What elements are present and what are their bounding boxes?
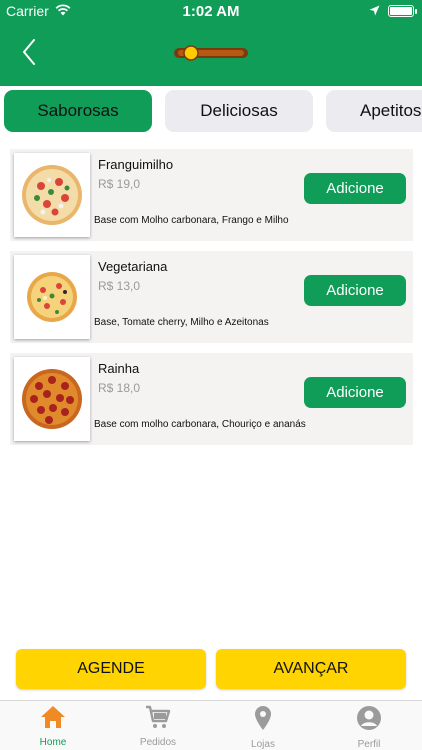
- product-card: Rainha R$ 18,0 Base com molho carbonara,…: [10, 353, 413, 445]
- product-description: Base, Tomate cherry, Milho e Azeitonas: [94, 317, 269, 328]
- add-button[interactable]: Adicione: [304, 173, 406, 204]
- battery-icon: [388, 5, 417, 17]
- status-right: [369, 3, 417, 19]
- tabbar-label: Lojas: [251, 739, 275, 750]
- tabbar-home[interactable]: Home: [13, 705, 93, 748]
- user-icon: [356, 705, 382, 736]
- product-description: Base com molho carbonara, Chouriço e ana…: [94, 419, 306, 430]
- next-button[interactable]: AVANÇAR: [216, 649, 406, 689]
- add-button[interactable]: Adicione: [304, 275, 406, 306]
- tabbar-label: Home: [39, 737, 67, 748]
- status-time: 1:02 AM: [182, 3, 240, 20]
- tabbar-stores[interactable]: Lojas: [223, 705, 303, 750]
- back-button[interactable]: [14, 36, 44, 72]
- product-price: R$ 18,0: [98, 381, 141, 395]
- tabbar-profile[interactable]: Perfil: [329, 705, 409, 750]
- product-image: [14, 357, 90, 441]
- product-image: [14, 153, 90, 237]
- tab-bar: Home Pedidos Lojas Perfil: [0, 700, 422, 750]
- brand-logo: [170, 42, 252, 64]
- product-description: Base com Molho carbonara, Frango e Milho: [94, 215, 289, 226]
- home-icon: [40, 705, 66, 734]
- header: Carrier 1:02 AM: [0, 0, 422, 86]
- status-bar: Carrier 1:02 AM: [0, 0, 422, 22]
- tab-saborosas[interactable]: Saborosas: [4, 90, 152, 132]
- cart-icon: [145, 705, 171, 734]
- category-tabs: Saborosas Deliciosas Apetitos: [0, 90, 422, 132]
- add-button[interactable]: Adicione: [304, 377, 406, 408]
- product-card: Vegetariana R$ 13,0 Base, Tomate cherry,…: [10, 251, 413, 343]
- tabbar-orders[interactable]: Pedidos: [118, 705, 198, 748]
- product-price: R$ 19,0: [98, 177, 141, 191]
- location-pin-icon: [253, 705, 273, 736]
- product-name: Franguimilho: [98, 157, 174, 172]
- tabbar-label: Pedidos: [139, 737, 177, 748]
- location-arrow-icon: [369, 3, 380, 19]
- schedule-button[interactable]: AGENDE: [16, 649, 206, 689]
- product-price: R$ 13,0: [98, 279, 141, 293]
- product-card: Franguimilho R$ 19,0 Base com Molho carb…: [10, 149, 413, 241]
- tab-apetitos[interactable]: Apetitos: [326, 90, 422, 132]
- screen: Carrier 1:02 AM Saborosas Deliciosas Ape…: [0, 0, 422, 750]
- product-image: [14, 255, 90, 339]
- tab-deliciosas[interactable]: Deliciosas: [165, 90, 313, 132]
- product-name: Rainha: [98, 361, 140, 376]
- chevron-left-icon: [21, 38, 37, 71]
- product-name: Vegetariana: [98, 259, 168, 274]
- tabbar-label: Perfil: [357, 739, 381, 750]
